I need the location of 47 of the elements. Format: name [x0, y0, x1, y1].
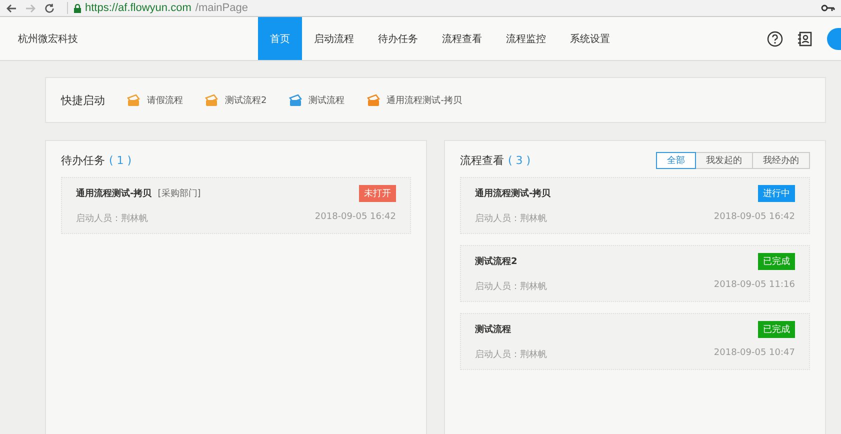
status-badge: 已完成 [758, 320, 795, 338]
filter-tab[interactable]: 全部 [656, 152, 696, 168]
starter-label: 启动人员：荆林帆 [475, 212, 547, 225]
nav-tab[interactable]: 待办任务 [366, 17, 430, 60]
section-title: 快捷启动 [61, 92, 105, 108]
avatar[interactable] [827, 28, 841, 50]
quick-start-link[interactable]: 通用流程测试-拷贝 [366, 94, 462, 106]
timestamp: 2018-09-05 11:16 [714, 280, 795, 292]
contact-card-icon[interactable] [797, 30, 813, 46]
address-bar[interactable]: https://af.flowyun.com /mainPage [67, 2, 248, 14]
panel-title: 待办任务 [61, 152, 105, 168]
quick-start-link[interactable]: 请假流程 [127, 94, 183, 106]
task-card[interactable]: 通用流程测试-拷贝 [采购部门] 未打开 启动人员：荆林帆 2018-09-05 16:42 [61, 177, 411, 234]
process-card[interactable]: 测试流程 已完成 启动人员：荆林帆 2018-09-05 10:47 [460, 313, 810, 370]
key-icon[interactable] [821, 4, 835, 12]
count-label: ( 1 ) [109, 154, 132, 166]
process-card[interactable]: 通用流程测试-拷贝 进行中 启动人员：荆林帆 2018-09-05 16:42 [460, 177, 810, 234]
task-name: 通用流程测试-拷贝 [76, 187, 152, 200]
count-label: ( 3 ) [508, 154, 531, 166]
process-name: 通用流程测试-拷贝 [475, 187, 551, 200]
help-icon[interactable] [767, 30, 783, 46]
filter-tab[interactable]: 我经办的 [752, 152, 810, 168]
nav-tab[interactable]: 启动流程 [302, 17, 366, 60]
starter-label: 启动人员：荆林帆 [475, 348, 547, 361]
starter-label: 启动人员：荆林帆 [475, 280, 547, 293]
department-label: [采购部门] [158, 188, 201, 200]
nav-tab[interactable]: 系统设置 [558, 17, 622, 60]
nav-tab[interactable]: 流程监控 [494, 17, 558, 60]
starter-label: 启动人员：荆林帆 [76, 212, 148, 225]
timestamp: 2018-09-05 16:42 [714, 212, 795, 224]
nav-tab[interactable]: 流程查看 [430, 17, 494, 60]
process-card[interactable]: 测试流程2 已完成 启动人员：荆林帆 2018-09-05 11:16 [460, 245, 810, 302]
status-badge: 已完成 [758, 252, 795, 270]
back-icon[interactable] [6, 4, 17, 12]
quick-start-link[interactable]: 测试流程 [288, 94, 345, 106]
lock-icon [74, 4, 81, 12]
brand-name: 杭州微宏科技 [18, 32, 79, 46]
process-name: 测试流程2 [475, 255, 518, 268]
status-badge: 未打开 [359, 184, 396, 202]
panel-title: 流程查看 [460, 152, 504, 168]
timestamp: 2018-09-05 16:42 [314, 212, 396, 224]
status-badge: 进行中 [758, 184, 795, 202]
reload-icon[interactable] [44, 2, 55, 14]
filter-tab[interactable]: 我发起的 [695, 152, 753, 168]
quick-start-link[interactable]: 测试流程2 [205, 94, 267, 106]
process-name: 测试流程 [475, 323, 511, 336]
timestamp: 2018-09-05 10:47 [714, 348, 795, 360]
